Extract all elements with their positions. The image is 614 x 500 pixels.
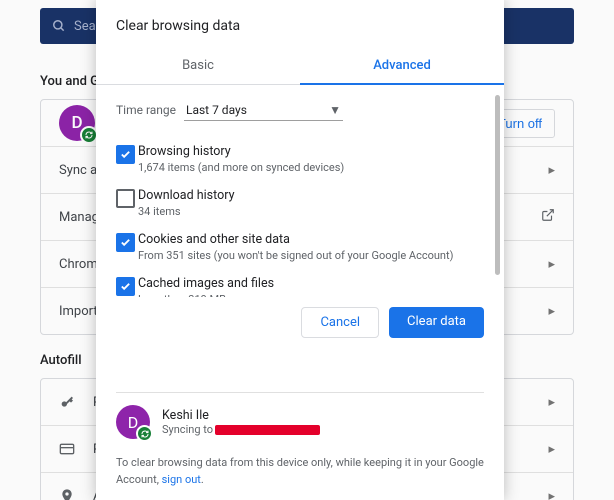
time-range-select[interactable]: Last 7 days ▼ (184, 99, 343, 121)
tabs: Basic Advanced (96, 48, 504, 85)
check-item-title: Download history (138, 188, 234, 203)
checkbox[interactable] (116, 145, 135, 164)
scrollbar[interactable] (495, 95, 500, 275)
checkbox[interactable] (116, 277, 135, 296)
profile-name: Keshi Ile (162, 408, 320, 423)
check-item-title: Browsing history (138, 144, 344, 159)
highlight-annotation (96, 348, 202, 392)
footnote: To clear browsing data from this device … (96, 455, 504, 500)
clear-browsing-data-dialog: Clear browsing data Basic Advanced Time … (96, 0, 504, 500)
avatar: D (116, 405, 150, 439)
clear-data-button[interactable]: Clear data (389, 307, 484, 338)
check-item: Cookies and other site data From 351 sit… (116, 225, 490, 269)
tab-basic[interactable]: Basic (96, 48, 300, 85)
caret-down-icon: ▼ (329, 103, 341, 117)
sign-out-link[interactable]: sign out (162, 473, 201, 486)
check-item: Browsing history 1,674 items (and more o… (116, 137, 490, 181)
check-item-title: Cached images and files (138, 276, 274, 291)
check-item: Download history 34 items (116, 181, 490, 225)
time-range-label: Time range (116, 103, 184, 117)
check-item-title: Cookies and other site data (138, 232, 453, 247)
tab-advanced[interactable]: Advanced (300, 48, 504, 85)
redacted-email (215, 425, 320, 435)
cancel-button[interactable]: Cancel (301, 307, 379, 338)
dialog-title: Clear browsing data (96, 0, 504, 48)
sync-badge-icon (136, 425, 153, 442)
check-item-subtitle: 1,674 items (and more on synced devices) (138, 161, 344, 174)
checkbox[interactable] (116, 189, 135, 208)
check-item-subtitle: 34 items (138, 205, 234, 218)
profile-row: D Keshi Ile Syncing to (116, 405, 484, 439)
check-item: Cached images and files Less than 319 MB (116, 269, 490, 297)
checkbox[interactable] (116, 233, 135, 252)
profile-sync-status: Syncing to (162, 423, 320, 436)
check-item-subtitle: From 351 sites (you won't be signed out … (138, 249, 453, 262)
time-range-value: Last 7 days (186, 103, 247, 117)
